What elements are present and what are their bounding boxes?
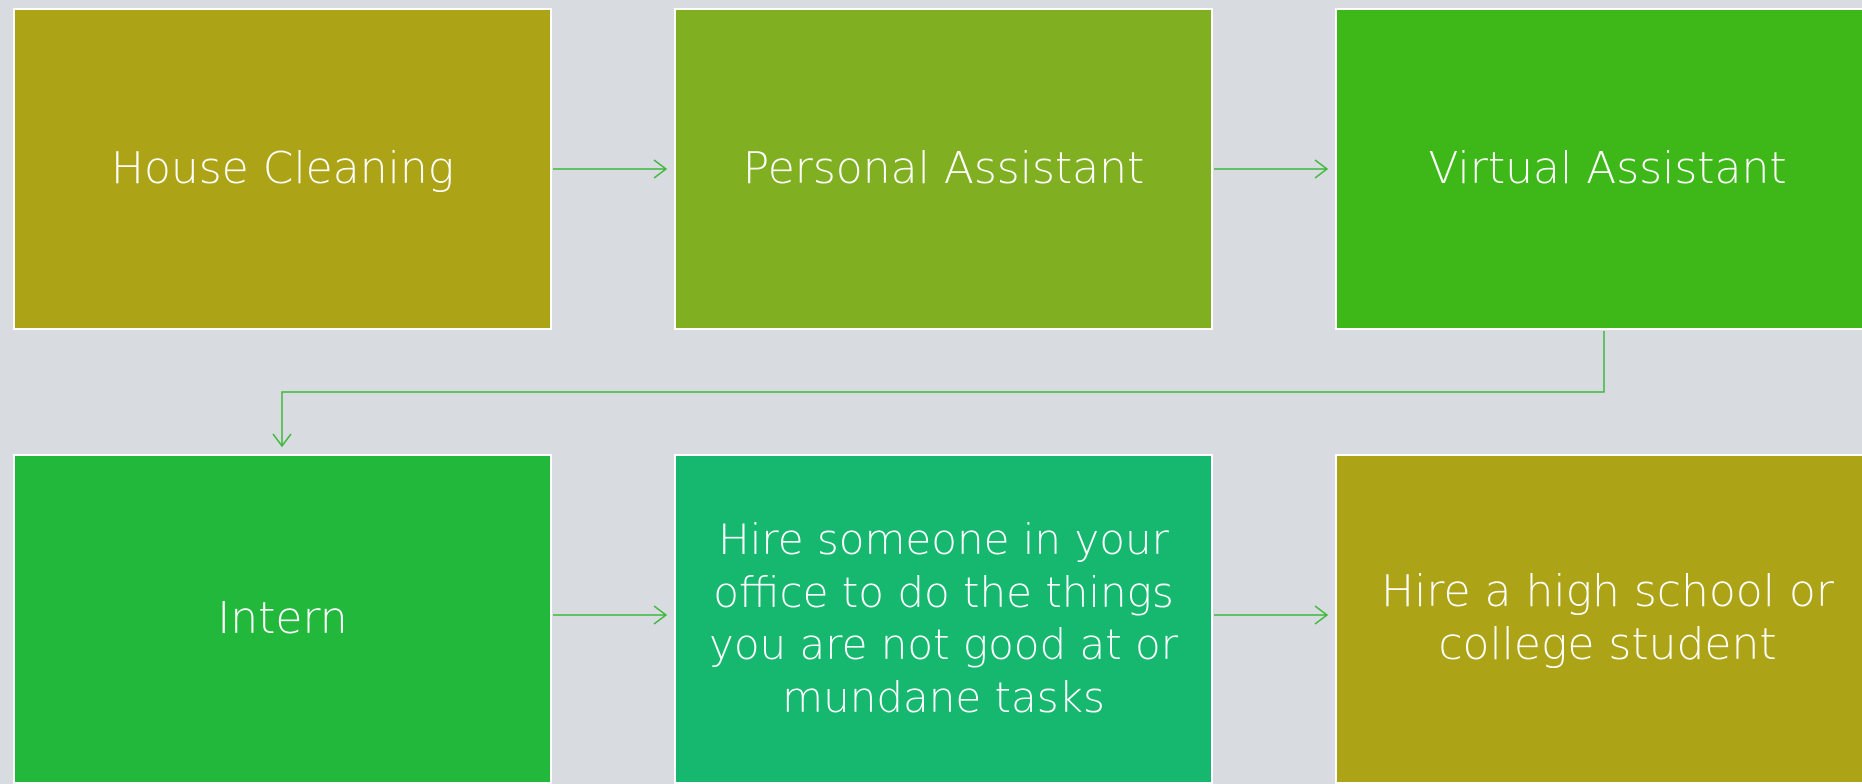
node-intern: Intern: [13, 454, 552, 784]
arrow-hire-office-to-student-head: [1314, 605, 1329, 625]
arrow-house-to-personal-head: [653, 159, 668, 179]
node-virtual-assistant: Virtual Assistant: [1335, 8, 1862, 330]
arrow-personal-to-virtual-head: [1314, 159, 1329, 179]
node-house-cleaning: House Cleaning: [13, 8, 552, 330]
node-label: Hire someone in your office to do the th…: [708, 515, 1179, 722]
node-hire-office-helper: Hire someone in your office to do the th…: [674, 454, 1213, 784]
node-label: Virtual Assistant: [1428, 142, 1787, 194]
node-label: Intern: [217, 592, 348, 644]
arrow-intern-to-hire-office-head: [653, 605, 668, 625]
arrow-virtual-to-intern: [281, 331, 1605, 446]
node-label: Hire a high school or college student: [1381, 566, 1834, 670]
process-diagram: House Cleaning Personal Assistant Virtua…: [0, 0, 1862, 784]
arrow-virtual-to-intern-head: [272, 433, 292, 448]
node-label: House Cleaning: [110, 142, 455, 194]
node-label: Personal Assistant: [742, 142, 1145, 194]
node-personal-assistant: Personal Assistant: [674, 8, 1213, 330]
node-hire-student: Hire a high school or college student: [1335, 454, 1862, 784]
